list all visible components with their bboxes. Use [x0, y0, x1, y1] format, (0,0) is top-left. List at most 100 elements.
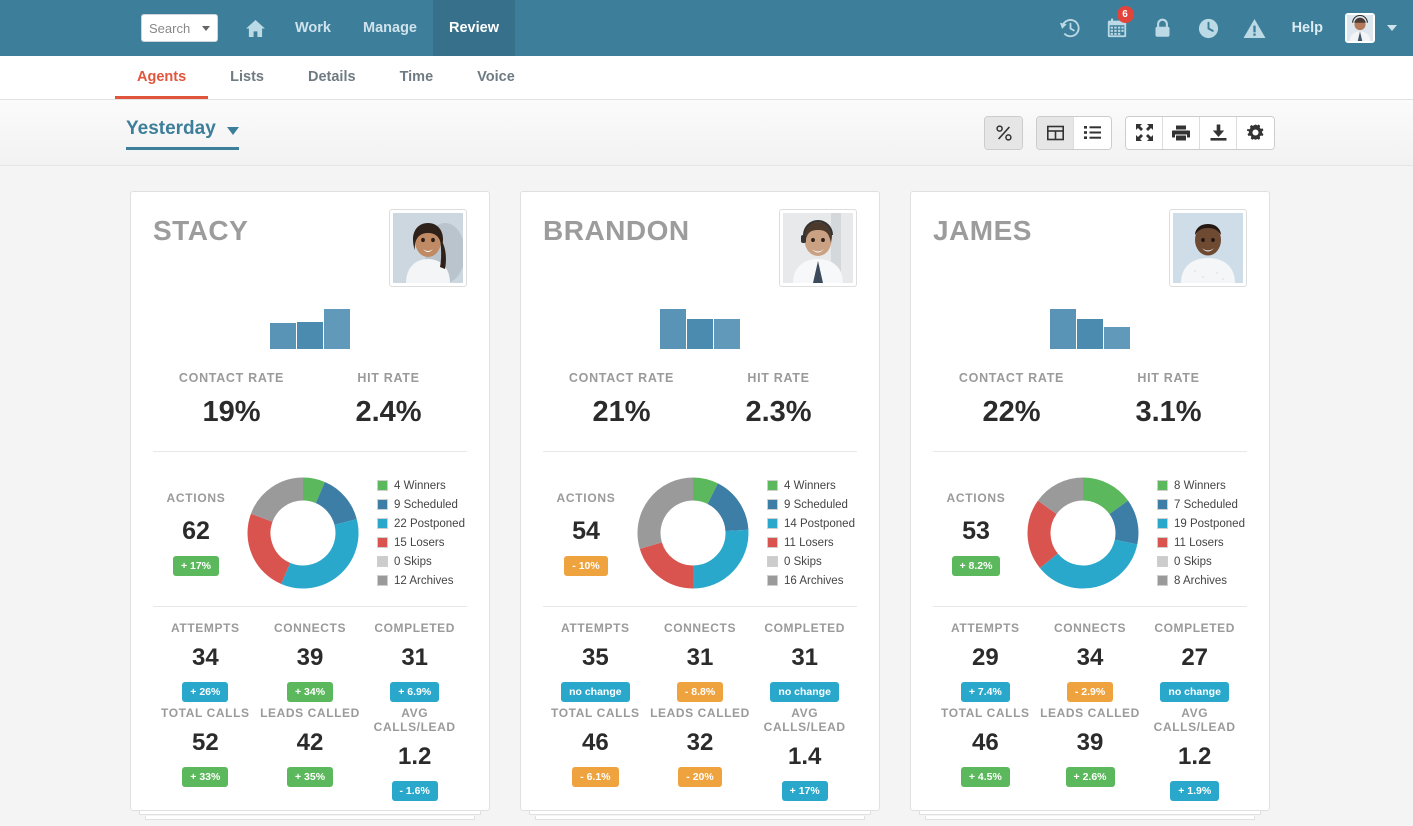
- search-input[interactable]: Search: [141, 14, 218, 42]
- tab-lists[interactable]: Lists: [208, 69, 286, 99]
- help-link[interactable]: Help: [1278, 20, 1337, 36]
- download-button[interactable]: [1200, 116, 1237, 149]
- sparkline-bar: [1077, 319, 1103, 349]
- percent-toggle-group: [984, 115, 1023, 150]
- stat-cell: COMPLETED 27 no change: [1142, 621, 1247, 706]
- legend-item[interactable]: 4 Winners: [377, 476, 467, 495]
- lock-icon: [1155, 18, 1170, 37]
- stat-cell: CONNECTS 31 - 8.8%: [648, 621, 753, 706]
- calendar-icon-button[interactable]: 6: [1094, 0, 1140, 56]
- stat-value: 1.4: [787, 743, 822, 770]
- legend-item[interactable]: 22 Postponed: [377, 514, 467, 533]
- divider: [153, 606, 467, 607]
- nav-item-manage[interactable]: Manage: [347, 0, 433, 56]
- user-menu-chevron-down-icon[interactable]: [1387, 25, 1397, 31]
- user-avatar[interactable]: [1345, 13, 1375, 43]
- legend-item[interactable]: 15 Losers: [377, 533, 467, 552]
- stat-value: 1.2: [1177, 743, 1212, 770]
- contact-rate-label: CONTACT RATE: [958, 371, 1065, 385]
- legend-label: 19 Postponed: [1174, 517, 1245, 530]
- nav-home-button[interactable]: [232, 0, 279, 56]
- contact-rate-cell: CONTACT RATE 19%: [153, 371, 310, 429]
- stat-label: LEADS CALLED: [650, 706, 750, 720]
- agent-photo-image: [783, 213, 853, 283]
- actions-label: ACTIONS: [166, 490, 226, 505]
- settings-gear-button[interactable]: [1237, 116, 1274, 149]
- agent-photo-stacy[interactable]: [389, 209, 467, 287]
- legend-item[interactable]: 9 Scheduled: [377, 495, 467, 514]
- expand-button[interactable]: [1126, 116, 1163, 149]
- clock-icon-button[interactable]: [1186, 0, 1232, 56]
- actions-donut-chart[interactable]: [635, 475, 751, 591]
- agent-card[interactable]: JAMES CONTACT RATE 22% HIT RATE 3.1% ACT…: [910, 191, 1270, 820]
- tab-agents[interactable]: Agents: [115, 69, 209, 99]
- period-selector[interactable]: Yesterday: [126, 116, 239, 150]
- toolbar: Yesterday: [0, 100, 1413, 166]
- actions-donut-chart[interactable]: [245, 475, 361, 591]
- agent-photo-brandon[interactable]: [779, 209, 857, 287]
- legend-item[interactable]: 9 Scheduled: [767, 495, 857, 514]
- stat-label: AVG CALLS/LEAD: [373, 706, 456, 734]
- nav-item-review[interactable]: Review: [433, 0, 515, 56]
- agent-photo-james[interactable]: [1169, 209, 1247, 287]
- stat-label: CONNECTS: [1053, 621, 1127, 635]
- actions-label: ACTIONS: [556, 490, 616, 505]
- stat-label: TOTAL CALLS: [161, 706, 250, 720]
- legend-item[interactable]: 0 Skips: [377, 552, 467, 571]
- stat-value: 31: [401, 644, 429, 671]
- donut-segment: [639, 541, 694, 589]
- grid-view-button[interactable]: [1037, 116, 1074, 149]
- legend-item[interactable]: 12 Archives: [377, 571, 467, 590]
- legend-item[interactable]: 11 Losers: [767, 533, 857, 552]
- hit-rate-label: HIT RATE: [357, 371, 420, 385]
- stats-row-top: ATTEMPTS 35 no change CONNECTS 31 - 8.8%…: [543, 621, 857, 706]
- legend-item[interactable]: 16 Archives: [767, 571, 857, 590]
- print-button[interactable]: [1163, 116, 1200, 149]
- card-stack-shadow: [535, 816, 865, 820]
- legend-item[interactable]: 14 Postponed: [767, 514, 857, 533]
- percent-toggle-button[interactable]: [985, 116, 1022, 149]
- legend-label: 7 Scheduled: [1174, 498, 1238, 511]
- sparkline-bar: [714, 319, 740, 349]
- stat-change-badge: + 4.5%: [960, 767, 1010, 787]
- legend-swatch-icon: [377, 480, 388, 491]
- list-view-button[interactable]: [1074, 116, 1111, 149]
- legend-item[interactable]: 7 Scheduled: [1157, 495, 1247, 514]
- legend-item[interactable]: 0 Skips: [767, 552, 857, 571]
- history-icon-button[interactable]: [1048, 0, 1094, 56]
- legend-item[interactable]: 8 Winners: [1157, 476, 1247, 495]
- contact-rate-value: 19%: [202, 396, 261, 428]
- legend-swatch-icon: [767, 480, 778, 491]
- nav-item-work[interactable]: Work: [279, 0, 347, 56]
- legend-label: 9 Scheduled: [394, 498, 458, 511]
- grid-icon: [1046, 125, 1064, 140]
- agent-card[interactable]: STACY CONTACT RATE 19% HIT RATE 2.4% ACT…: [130, 191, 490, 820]
- sparkline-bar: [660, 309, 686, 349]
- stat-value: 42: [296, 729, 324, 756]
- stat-change-badge: - 20%: [678, 767, 722, 787]
- legend-item[interactable]: 8 Archives: [1157, 571, 1247, 590]
- legend-item[interactable]: 19 Postponed: [1157, 514, 1247, 533]
- agent-card[interactable]: BRANDON CONTACT RATE 21% HIT RATE 2.3% A…: [520, 191, 880, 820]
- legend-swatch-icon: [767, 499, 778, 510]
- tab-details[interactable]: Details: [286, 69, 378, 99]
- agent-name: STACY: [153, 215, 249, 246]
- legend-swatch-icon: [767, 518, 778, 529]
- card-header: JAMES: [933, 192, 1247, 287]
- tab-time[interactable]: Time: [378, 69, 456, 99]
- alert-icon: [1243, 18, 1266, 38]
- tab-voice[interactable]: Voice: [455, 69, 537, 99]
- legend-item[interactable]: 11 Losers: [1157, 533, 1247, 552]
- alert-icon-button[interactable]: [1232, 0, 1278, 56]
- legend-item[interactable]: 4 Winners: [767, 476, 857, 495]
- actions-summary: ACTIONS 62 + 17%: [153, 491, 239, 576]
- stat-value: 31: [791, 644, 819, 671]
- search-placeholder-label: Search: [149, 20, 191, 36]
- actions-donut-chart[interactable]: [1025, 475, 1141, 591]
- activity-sparkline: [933, 303, 1247, 349]
- hit-rate-cell: HIT RATE 2.4%: [310, 371, 467, 429]
- legend-swatch-icon: [377, 499, 388, 510]
- lock-icon-button[interactable]: [1140, 0, 1186, 56]
- legend-item[interactable]: 0 Skips: [1157, 552, 1247, 571]
- stat-change-badge: - 2.9%: [1066, 682, 1114, 702]
